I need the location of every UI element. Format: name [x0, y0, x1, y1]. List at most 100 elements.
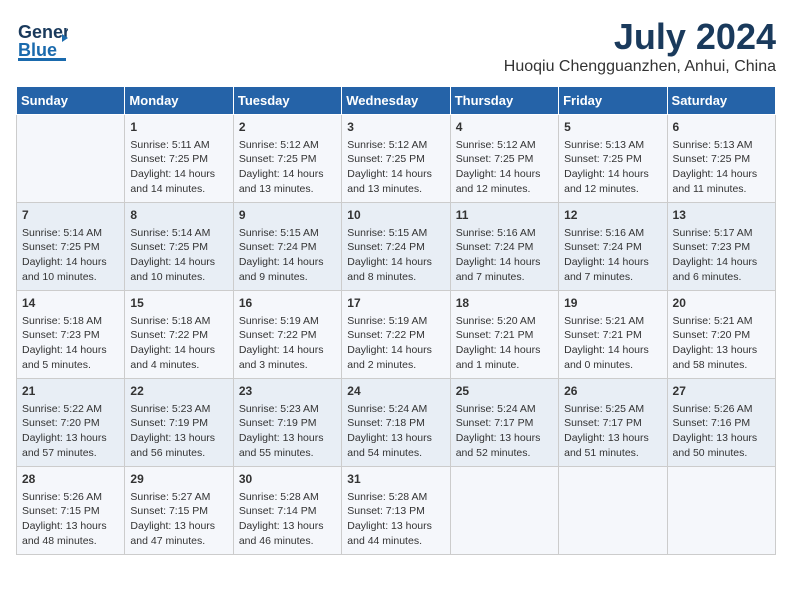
logo-icon: General Blue: [16, 16, 68, 62]
day-info: Sunrise: 5:21 AMSunset: 7:20 PMDaylight:…: [673, 314, 770, 373]
calendar-day-cell: 8 Sunrise: 5:14 AMSunset: 7:25 PMDaylight…: [125, 203, 233, 291]
day-number: 8: [130, 207, 227, 224]
day-info: Sunrise: 5:26 AMSunset: 7:16 PMDaylight:…: [673, 402, 770, 461]
day-of-week-header: Tuesday: [233, 87, 341, 115]
day-info: Sunrise: 5:25 AMSunset: 7:17 PMDaylight:…: [564, 402, 661, 461]
svg-text:Blue: Blue: [18, 40, 57, 60]
day-number: 4: [456, 119, 553, 136]
day-number: 5: [564, 119, 661, 136]
day-number: 14: [22, 295, 119, 312]
calendar-day-cell: [17, 115, 125, 203]
calendar-day-cell: 23 Sunrise: 5:23 AMSunset: 7:19 PMDayligh…: [233, 379, 341, 467]
day-info: Sunrise: 5:12 AMSunset: 7:25 PMDaylight:…: [239, 138, 336, 197]
day-number: 21: [22, 383, 119, 400]
svg-text:General: General: [18, 22, 68, 42]
calendar-body: 1 Sunrise: 5:11 AMSunset: 7:25 PMDaylight…: [17, 115, 776, 555]
calendar-day-cell: 17 Sunrise: 5:19 AMSunset: 7:22 PMDayligh…: [342, 291, 450, 379]
page-header: General Blue July 2024 Huoqiu Chengguanz…: [16, 16, 776, 76]
calendar-day-cell: 24 Sunrise: 5:24 AMSunset: 7:18 PMDayligh…: [342, 379, 450, 467]
day-info: Sunrise: 5:12 AMSunset: 7:25 PMDaylight:…: [456, 138, 553, 197]
day-info: Sunrise: 5:17 AMSunset: 7:23 PMDaylight:…: [673, 226, 770, 285]
day-info: Sunrise: 5:11 AMSunset: 7:25 PMDaylight:…: [130, 138, 227, 197]
day-info: Sunrise: 5:28 AMSunset: 7:14 PMDaylight:…: [239, 490, 336, 549]
day-info: Sunrise: 5:13 AMSunset: 7:25 PMDaylight:…: [564, 138, 661, 197]
location-title: Huoqiu Chengguanzhen, Anhui, China: [504, 58, 776, 76]
day-info: Sunrise: 5:14 AMSunset: 7:25 PMDaylight:…: [130, 226, 227, 285]
day-number: 18: [456, 295, 553, 312]
day-info: Sunrise: 5:15 AMSunset: 7:24 PMDaylight:…: [347, 226, 444, 285]
day-of-week-header: Thursday: [450, 87, 558, 115]
calendar-day-cell: 16 Sunrise: 5:19 AMSunset: 7:22 PMDayligh…: [233, 291, 341, 379]
calendar-week-row: 7Sunrise: 5:14 AMSunset: 7:25 PMDaylight…: [17, 203, 776, 291]
day-number: 11: [456, 207, 553, 224]
day-number: 2: [239, 119, 336, 136]
day-number: 9: [239, 207, 336, 224]
calendar-day-cell: 30Sunrise: 5:28 AMSunset: 7:14 PMDayligh…: [233, 467, 341, 555]
calendar-table: SundayMondayTuesdayWednesdayThursdayFrid…: [16, 86, 776, 555]
calendar-week-row: 1 Sunrise: 5:11 AMSunset: 7:25 PMDaylight…: [17, 115, 776, 203]
day-info: Sunrise: 5:24 AMSunset: 7:18 PMDaylight:…: [347, 402, 444, 461]
day-number: 13: [673, 207, 770, 224]
calendar-day-cell: 6 Sunrise: 5:13 AMSunset: 7:25 PMDaylight…: [667, 115, 775, 203]
day-number: 27: [673, 383, 770, 400]
day-info: Sunrise: 5:13 AMSunset: 7:25 PMDaylight:…: [673, 138, 770, 197]
day-number: 6: [673, 119, 770, 136]
day-number: 26: [564, 383, 661, 400]
day-info: Sunrise: 5:21 AMSunset: 7:21 PMDaylight:…: [564, 314, 661, 373]
day-info: Sunrise: 5:20 AMSunset: 7:21 PMDaylight:…: [456, 314, 553, 373]
day-info: Sunrise: 5:27 AMSunset: 7:15 PMDaylight:…: [130, 490, 227, 549]
day-info: Sunrise: 5:18 AMSunset: 7:23 PMDaylight:…: [22, 314, 119, 373]
day-info: Sunrise: 5:15 AMSunset: 7:24 PMDaylight:…: [239, 226, 336, 285]
day-number: 24: [347, 383, 444, 400]
day-info: Sunrise: 5:19 AMSunset: 7:22 PMDaylight:…: [347, 314, 444, 373]
day-number: 3: [347, 119, 444, 136]
day-info: Sunrise: 5:26 AMSunset: 7:15 PMDaylight:…: [22, 490, 119, 549]
day-info: Sunrise: 5:28 AMSunset: 7:13 PMDaylight:…: [347, 490, 444, 549]
calendar-week-row: 28 Sunrise: 5:26 AMSunset: 7:15 PMDayligh…: [17, 467, 776, 555]
day-info: Sunrise: 5:22 AMSunset: 7:20 PMDaylight:…: [22, 402, 119, 461]
day-info: Sunrise: 5:12 AMSunset: 7:25 PMDaylight:…: [347, 138, 444, 197]
day-info: Sunrise: 5:23 AMSunset: 7:19 PMDaylight:…: [239, 402, 336, 461]
calendar-day-cell: 26 Sunrise: 5:25 AMSunset: 7:17 PMDayligh…: [559, 379, 667, 467]
calendar-day-cell: 5 Sunrise: 5:13 AMSunset: 7:25 PMDaylight…: [559, 115, 667, 203]
title-area: July 2024 Huoqiu Chengguanzhen, Anhui, C…: [504, 16, 776, 76]
day-number: 31: [347, 471, 444, 488]
calendar-day-cell: 11Sunrise: 5:16 AMSunset: 7:24 PMDayligh…: [450, 203, 558, 291]
day-number: 23: [239, 383, 336, 400]
day-number: 19: [564, 295, 661, 312]
calendar-day-cell: 27 Sunrise: 5:26 AMSunset: 7:16 PMDayligh…: [667, 379, 775, 467]
calendar-day-cell: 9 Sunrise: 5:15 AMSunset: 7:24 PMDaylight…: [233, 203, 341, 291]
calendar-day-cell: 12 Sunrise: 5:16 AMSunset: 7:24 PMDayligh…: [559, 203, 667, 291]
day-number: 10: [347, 207, 444, 224]
day-number: 1: [130, 119, 227, 136]
calendar-header: SundayMondayTuesdayWednesdayThursdayFrid…: [17, 87, 776, 115]
calendar-day-cell: 31 Sunrise: 5:28 AMSunset: 7:13 PMDayligh…: [342, 467, 450, 555]
calendar-day-cell: 28 Sunrise: 5:26 AMSunset: 7:15 PMDayligh…: [17, 467, 125, 555]
day-of-week-header: Wednesday: [342, 87, 450, 115]
day-number: 16: [239, 295, 336, 312]
calendar-day-cell: 19 Sunrise: 5:21 AMSunset: 7:21 PMDayligh…: [559, 291, 667, 379]
calendar-day-cell: 21 Sunrise: 5:22 AMSunset: 7:20 PMDayligh…: [17, 379, 125, 467]
calendar-day-cell: 18 Sunrise: 5:20 AMSunset: 7:21 PMDayligh…: [450, 291, 558, 379]
day-info: Sunrise: 5:14 AMSunset: 7:25 PMDaylight:…: [22, 226, 119, 285]
day-number: 22: [130, 383, 227, 400]
calendar-day-cell: 7Sunrise: 5:14 AMSunset: 7:25 PMDaylight…: [17, 203, 125, 291]
calendar-week-row: 21 Sunrise: 5:22 AMSunset: 7:20 PMDayligh…: [17, 379, 776, 467]
day-number: 29: [130, 471, 227, 488]
day-info: Sunrise: 5:19 AMSunset: 7:22 PMDaylight:…: [239, 314, 336, 373]
day-info: Sunrise: 5:16 AMSunset: 7:24 PMDaylight:…: [564, 226, 661, 285]
calendar-day-cell: 25Sunrise: 5:24 AMSunset: 7:17 PMDayligh…: [450, 379, 558, 467]
calendar-day-cell: 10 Sunrise: 5:15 AMSunset: 7:24 PMDayligh…: [342, 203, 450, 291]
logo: General Blue: [16, 16, 68, 62]
calendar-day-cell: 22 Sunrise: 5:23 AMSunset: 7:19 PMDayligh…: [125, 379, 233, 467]
day-number: 17: [347, 295, 444, 312]
calendar-day-cell: 15Sunrise: 5:18 AMSunset: 7:22 PMDayligh…: [125, 291, 233, 379]
day-number: 12: [564, 207, 661, 224]
day-number: 28: [22, 471, 119, 488]
day-info: Sunrise: 5:23 AMSunset: 7:19 PMDaylight:…: [130, 402, 227, 461]
calendar-day-cell: 1 Sunrise: 5:11 AMSunset: 7:25 PMDaylight…: [125, 115, 233, 203]
day-number: 25: [456, 383, 553, 400]
day-of-week-header: Sunday: [17, 87, 125, 115]
calendar-day-cell: 3 Sunrise: 5:12 AMSunset: 7:25 PMDaylight…: [342, 115, 450, 203]
calendar-week-row: 14 Sunrise: 5:18 AMSunset: 7:23 PMDayligh…: [17, 291, 776, 379]
